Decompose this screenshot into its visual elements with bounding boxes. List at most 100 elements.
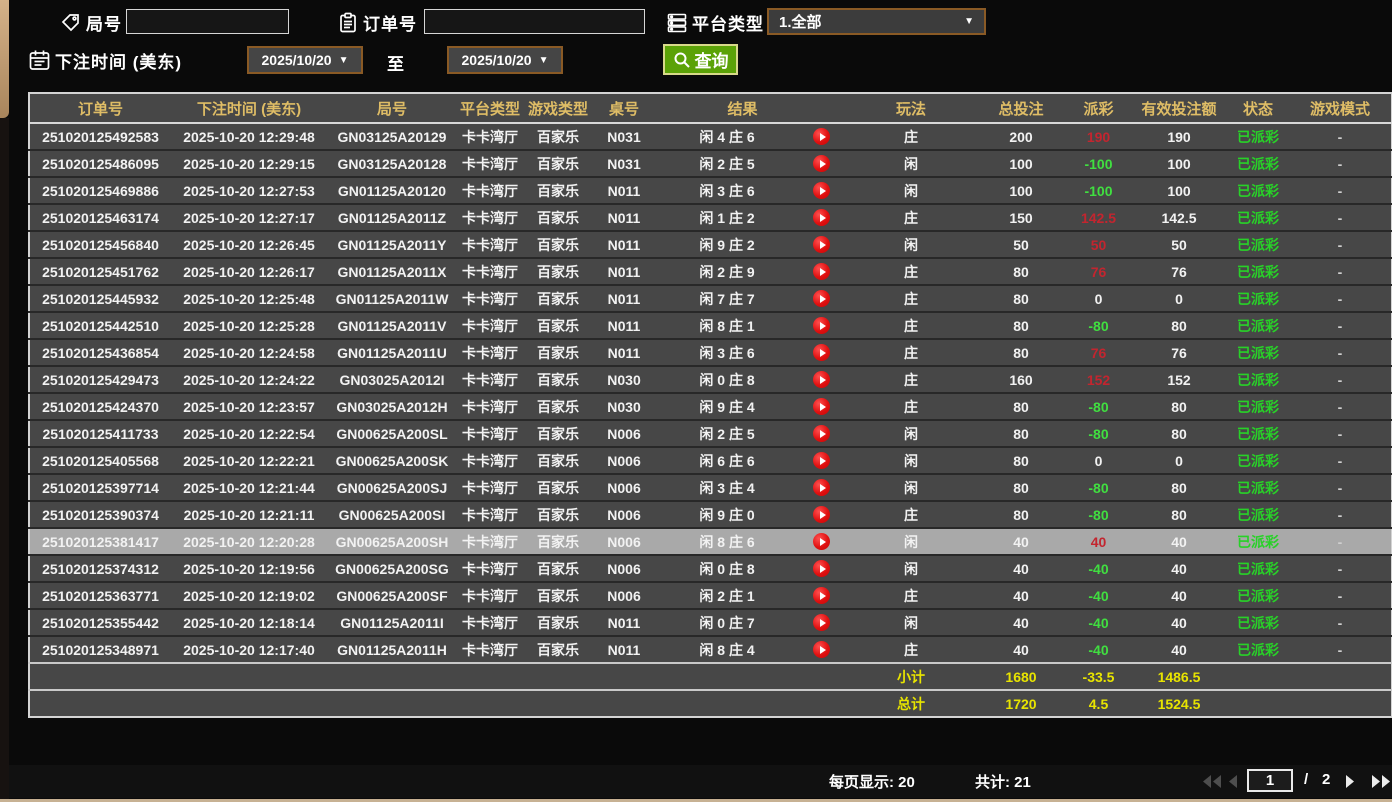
table-row[interactable]: 251020125456840 2025-10-20 12:26:45 GN01… <box>29 231 1392 258</box>
table-number-cell: N011 <box>607 344 641 361</box>
total-bet-cell: 160 <box>1009 371 1033 388</box>
replay-icon[interactable] <box>813 533 830 550</box>
query-button[interactable]: 查询 <box>663 44 738 75</box>
payout-cell: 142.5 <box>1080 209 1117 226</box>
table-row[interactable]: 251020125363771 2025-10-20 12:19:02 GN00… <box>29 582 1392 609</box>
status-cell: 已派彩 <box>1237 641 1279 658</box>
replay-icon[interactable] <box>813 641 830 658</box>
result-text: 闲 3 庄 4 <box>699 479 755 496</box>
table-row[interactable]: 251020125486095 2025-10-20 12:29:15 GN03… <box>29 150 1392 177</box>
status-cell: 已派彩 <box>1237 263 1279 280</box>
table-row[interactable]: 251020125405568 2025-10-20 12:22:21 GN00… <box>29 447 1392 474</box>
payout-cell: 190 <box>1086 128 1111 145</box>
replay-icon[interactable] <box>813 263 830 280</box>
replay-icon[interactable] <box>813 614 830 631</box>
replay-icon[interactable] <box>813 371 830 388</box>
game-type-cell: 百家乐 <box>537 398 579 415</box>
replay-icon[interactable] <box>813 290 830 307</box>
last-page-icon[interactable] <box>1371 775 1390 793</box>
order-number-cell: 251020125429473 <box>42 371 159 388</box>
valid-bet-cell: 80 <box>1171 317 1187 334</box>
valid-bet-cell: 40 <box>1131 528 1227 555</box>
replay-icon[interactable] <box>813 209 830 226</box>
subtotal-total-bet: 1680 <box>1005 668 1037 685</box>
table-row[interactable]: 251020125374312 2025-10-20 12:19:56 GN00… <box>29 555 1392 582</box>
platform-type-select[interactable]: 1.全部 ▼ <box>767 8 986 35</box>
table-row[interactable]: 251020125469886 2025-10-20 12:27:53 GN01… <box>29 177 1392 204</box>
replay-icon[interactable] <box>813 317 830 334</box>
replay-icon[interactable] <box>813 506 830 523</box>
order-number-input[interactable] <box>424 9 645 34</box>
first-page-icon[interactable] <box>1203 775 1222 793</box>
payout-cell: -80 <box>1088 506 1109 523</box>
valid-bet-cell: 40 <box>1171 587 1187 604</box>
date-from-dropdown[interactable]: 2025/10/20 ▼ <box>247 46 363 74</box>
chevron-down-icon: ▼ <box>338 54 349 66</box>
table-row[interactable]: 251020125442510 2025-10-20 12:25:28 GN01… <box>29 312 1392 339</box>
table-row[interactable]: 251020125424370 2025-10-20 12:23:57 GN03… <box>29 393 1392 420</box>
replay-icon[interactable] <box>813 425 830 442</box>
replay-icon[interactable] <box>813 398 830 415</box>
previous-page-icon[interactable] <box>1228 775 1238 793</box>
replay-icon[interactable] <box>813 479 830 496</box>
platform-cell: 卡卡湾厅 <box>462 155 518 172</box>
table-number-cell: N006 <box>607 479 641 496</box>
column-header-7: 结果 <box>655 93 870 124</box>
order-number-cell: 251020125456840 <box>42 236 159 253</box>
table-row[interactable]: 251020125381417 2025-10-20 12:20:28 GN00… <box>29 528 1392 555</box>
platform-type-label: 平台类型 <box>692 15 764 34</box>
replay-icon[interactable] <box>813 236 830 253</box>
replay-icon[interactable] <box>813 128 830 145</box>
page-number-input[interactable] <box>1247 769 1293 792</box>
result-text: 闲 9 庄 4 <box>699 398 755 415</box>
bet-time-cell: 2025-10-20 12:22:54 <box>183 425 315 442</box>
query-button-label: 查询 <box>694 52 729 71</box>
status-cell: 已派彩 <box>1237 371 1279 388</box>
table-row[interactable]: 251020125390374 2025-10-20 12:21:11 GN00… <box>29 501 1392 528</box>
play-type-cell: 闲 <box>904 479 918 496</box>
table-row[interactable]: 251020125451762 2025-10-20 12:26:17 GN01… <box>29 258 1392 285</box>
game-mode-cell: - <box>1337 209 1343 226</box>
table-row[interactable]: 251020125492583 2025-10-20 12:29:48 GN03… <box>29 123 1392 150</box>
replay-icon[interactable] <box>813 587 830 604</box>
replay-icon[interactable] <box>813 182 830 199</box>
result-cell: 闲 8 庄 1 <box>655 312 870 339</box>
table-row[interactable]: 251020125445932 2025-10-20 12:25:48 GN01… <box>29 285 1392 312</box>
valid-bet-cell: 100 <box>1167 155 1191 172</box>
replay-icon[interactable] <box>813 560 830 577</box>
column-header-13: 游戏模式 <box>1289 93 1392 124</box>
date-to-dropdown[interactable]: 2025/10/20 ▼ <box>447 46 563 74</box>
total-bet-cell: 40 <box>1013 614 1029 631</box>
grand-total-spacer <box>29 690 870 717</box>
order-number-cell: 251020125397714 <box>42 479 159 496</box>
table-row[interactable]: 251020125436854 2025-10-20 12:24:58 GN01… <box>29 339 1392 366</box>
game-mode-cell: - <box>1337 587 1343 604</box>
replay-icon[interactable] <box>813 452 830 469</box>
table-row[interactable]: 251020125355442 2025-10-20 12:18:14 GN01… <box>29 609 1392 636</box>
result-cell: 闲 2 庄 9 <box>655 258 870 285</box>
replay-icon[interactable] <box>813 344 830 361</box>
play-type-cell: 庄 <box>904 128 918 145</box>
total-bet-cell: 40 <box>1013 560 1029 577</box>
payout-cell: 0 <box>1094 290 1103 307</box>
table-number-cell: N006 <box>607 452 641 469</box>
table-number-cell: N011 <box>607 263 641 280</box>
platform-cell: 卡卡湾厅 <box>462 398 518 415</box>
table-row[interactable]: 251020125411733 2025-10-20 12:22:54 GN00… <box>29 420 1392 447</box>
status-cell: 已派彩 <box>1237 398 1279 415</box>
table-row[interactable]: 251020125348971 2025-10-20 12:17:40 GN01… <box>29 636 1392 663</box>
total-bet-cell: 80 <box>1013 479 1029 496</box>
game-type-cell: 百家乐 <box>537 236 579 253</box>
valid-bet-cell: 40 <box>1171 641 1187 658</box>
round-number-input[interactable] <box>126 9 289 34</box>
table-row[interactable]: 251020125463174 2025-10-20 12:27:17 GN01… <box>29 204 1392 231</box>
next-page-icon[interactable] <box>1345 775 1355 793</box>
play-type-cell: 庄 <box>904 398 918 415</box>
replay-icon[interactable] <box>813 155 830 172</box>
bet-time-cell: 2025-10-20 12:26:45 <box>183 236 315 253</box>
table-row[interactable]: 251020125397714 2025-10-20 12:21:44 GN00… <box>29 474 1392 501</box>
status-cell: 已派彩 <box>1237 290 1279 307</box>
table-row[interactable]: 251020125429473 2025-10-20 12:24:22 GN03… <box>29 366 1392 393</box>
total-bet-cell: 80 <box>1013 290 1029 307</box>
subtotal-valid-bet: 1486.5 <box>1157 668 1201 685</box>
